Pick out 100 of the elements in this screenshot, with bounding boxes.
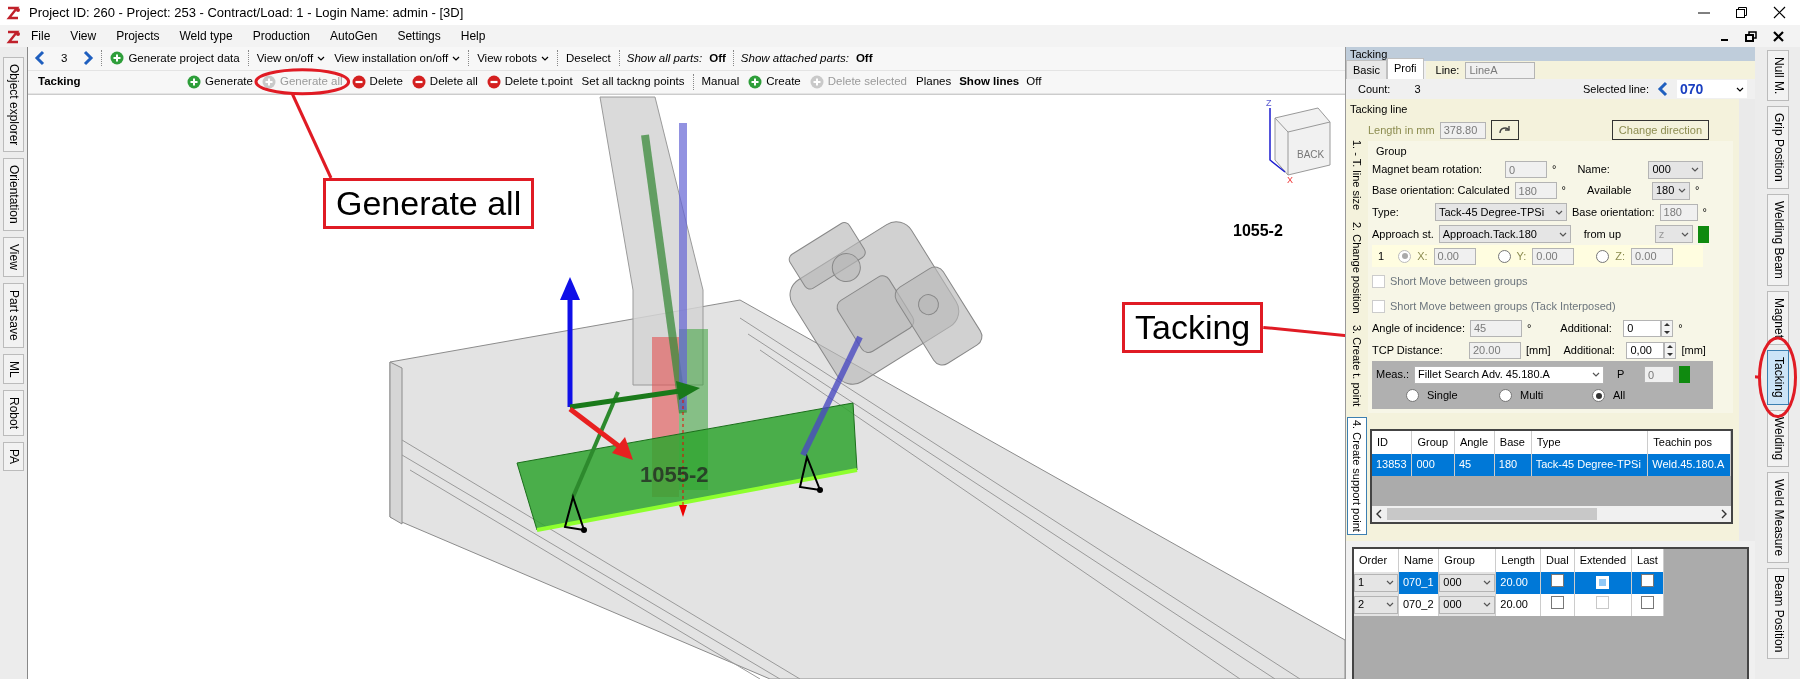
checkbox[interactable] <box>1372 300 1385 313</box>
table-row[interactable]: 1 070_1 000 20.00 <box>1354 571 1664 594</box>
column-header[interactable]: Angle <box>1454 431 1495 454</box>
column-header[interactable]: Type <box>1531 431 1648 454</box>
radio-button[interactable] <box>1398 249 1412 263</box>
option-value[interactable]: Off <box>1026 73 1042 91</box>
toolbar-button[interactable]: Manual <box>700 73 741 91</box>
checkbox[interactable] <box>1641 573 1654 587</box>
toolbar-button[interactable]: Create <box>747 73 802 91</box>
side-tab[interactable]: View <box>3 237 24 277</box>
option-value[interactable]: Off <box>855 49 873 67</box>
text-field[interactable]: 0.00 <box>1433 247 1476 265</box>
column-header[interactable]: Length <box>1495 549 1541 572</box>
side-tab[interactable]: PA <box>3 442 24 472</box>
text-field[interactable]: 0 <box>1505 161 1547 178</box>
radio-button[interactable] <box>1592 389 1605 402</box>
text-field[interactable]: 45 <box>1469 319 1522 337</box>
close-icon[interactable] <box>1773 6 1786 19</box>
dropdown-button[interactable]: View installation on/off <box>333 49 462 67</box>
radio-button[interactable] <box>1497 249 1511 263</box>
side-tab[interactable]: Grip Position <box>1766 106 1789 190</box>
minus-icon[interactable] <box>351 74 366 89</box>
column-header[interactable]: Name <box>1398 549 1439 572</box>
checkbox[interactable] <box>1550 595 1564 609</box>
caret-icon[interactable] <box>1736 85 1744 93</box>
side-tab[interactable]: Part save <box>3 282 24 348</box>
restore-icon[interactable] <box>1745 30 1757 42</box>
dropdown-field[interactable]: Approach.Tack.180 <box>1438 225 1571 243</box>
dropdown-field[interactable]: 1 <box>1354 573 1398 592</box>
toolbar-button[interactable]: Planes <box>915 73 953 91</box>
text-field[interactable]: 378.80 <box>1439 121 1486 139</box>
caret-icon[interactable] <box>541 54 550 62</box>
side-tab[interactable]: Tacking <box>1766 349 1789 405</box>
side-tab[interactable]: ML <box>3 353 24 385</box>
dropdown-field[interactable]: Tack-45 Degree-TPSi <box>1435 203 1567 221</box>
close-icon[interactable] <box>1773 30 1784 42</box>
caret-icon[interactable] <box>1386 579 1394 586</box>
dropdown-field[interactable]: 000 <box>1439 573 1496 592</box>
checkbox[interactable] <box>1550 573 1564 587</box>
plus-icon[interactable] <box>748 74 763 89</box>
column-header[interactable]: Last <box>1631 549 1664 572</box>
side-tab[interactable]: Welding Beam <box>1766 194 1789 286</box>
menu-item[interactable]: Settings <box>387 27 451 45</box>
column-header[interactable]: Extended <box>1574 549 1632 572</box>
previous-icon[interactable] <box>1657 81 1669 97</box>
table-row[interactable]: 13853 000 45 180 Tack-45 Degree-TPSi Weld.45.180.A <box>1372 453 1731 476</box>
caret-icon[interactable] <box>1558 230 1567 238</box>
side-tab[interactable]: Beam Position <box>1766 567 1789 660</box>
column-header[interactable]: Group <box>1438 549 1496 572</box>
caret-icon[interactable] <box>452 54 461 62</box>
toolbar-button[interactable]: Generate project data <box>109 49 241 67</box>
caret-icon[interactable] <box>1678 187 1686 194</box>
step-tab[interactable]: 4. Create support point <box>1346 416 1368 535</box>
caret-icon[interactable] <box>1691 166 1700 173</box>
tab[interactable]: Basic <box>1346 59 1387 79</box>
radio-button[interactable] <box>1596 249 1610 263</box>
caret-icon[interactable] <box>1483 601 1492 608</box>
toolbar-button[interactable]: Delete <box>350 73 404 91</box>
caret-icon[interactable] <box>317 54 326 62</box>
restore-icon[interactable] <box>1735 6 1749 19</box>
checkbox[interactable] <box>1641 595 1654 609</box>
toolbar-button[interactable]: Generate <box>186 73 254 91</box>
minus-icon[interactable] <box>486 74 501 89</box>
dropdown-field[interactable]: 000 <box>1648 160 1704 179</box>
dropdown-button[interactable]: View robots <box>476 49 551 67</box>
menu-item[interactable]: Help <box>450 27 496 45</box>
menu-item[interactable]: Weld type <box>169 27 243 45</box>
scroll-right-icon[interactable] <box>1720 508 1728 519</box>
toolbar-button[interactable]: Set all tackng points <box>580 73 686 91</box>
step-tab[interactable]: 2. Change position <box>1347 219 1367 316</box>
scroll-left-icon[interactable] <box>1375 508 1383 519</box>
side-tab[interactable]: Robot <box>3 390 24 437</box>
text-field[interactable]: 180 <box>1514 182 1557 199</box>
scrollbar[interactable] <box>1739 99 1755 541</box>
caret-icon[interactable] <box>1680 230 1689 238</box>
next-icon[interactable] <box>82 50 95 67</box>
menu-item[interactable]: View <box>60 27 107 45</box>
step-tab[interactable]: 1. - T. line size <box>1347 137 1367 212</box>
side-tab[interactable]: Object explorer <box>3 57 24 153</box>
caret-icon[interactable] <box>1592 371 1600 378</box>
spinner-icon[interactable] <box>1661 319 1674 337</box>
dropdown-field[interactable]: 2 <box>1354 595 1398 614</box>
dropdown-field[interactable]: 000 <box>1439 595 1496 614</box>
text-field[interactable]: 0 <box>1623 319 1662 337</box>
text-field[interactable]: 0 <box>1644 366 1674 383</box>
column-header[interactable]: Order <box>1354 549 1399 572</box>
radio-button[interactable] <box>1499 389 1512 402</box>
dropdown-button[interactable]: View on/off <box>255 49 327 67</box>
table-row[interactable]: 2 070_2 000 20.00 <box>1354 593 1664 616</box>
side-tab[interactable]: Orientation <box>3 158 24 232</box>
toolbar-button[interactable]: Delete all <box>410 73 479 91</box>
toolbar-button[interactable]: Delete t.point <box>485 73 574 91</box>
caret-icon[interactable] <box>1555 208 1563 216</box>
radio-button[interactable] <box>1406 389 1419 402</box>
menu-item[interactable]: File <box>21 27 61 45</box>
rotate-icon[interactable] <box>1497 124 1512 136</box>
menu-item[interactable]: Projects <box>106 27 170 45</box>
column-header[interactable]: ID <box>1372 431 1412 454</box>
text-field[interactable]: 0.00 <box>1631 247 1674 265</box>
column-header[interactable]: Group <box>1411 431 1455 454</box>
